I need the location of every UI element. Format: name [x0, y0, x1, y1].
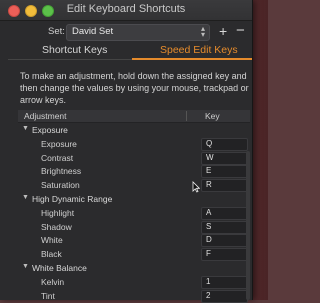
add-set-button[interactable]: +	[219, 23, 227, 39]
adjustment-label: White	[41, 235, 63, 246]
group-label: High Dynamic Range	[32, 193, 113, 204]
key-value: A	[206, 207, 212, 217]
table-row[interactable]: Black F	[18, 247, 250, 262]
title-bar: Edit Keyboard Shortcuts	[0, 0, 252, 21]
chevron-up-down-icon: ▴ ▾	[200, 24, 205, 39]
group-label: Exposure	[32, 125, 68, 135]
adjustment-label: Exposure	[41, 138, 77, 149]
column-header-key[interactable]: Key	[205, 111, 220, 121]
key-field[interactable]: 2	[201, 289, 248, 303]
table-row[interactable]: Contrast W	[18, 151, 250, 165]
adjustment-label: Highlight	[41, 207, 75, 218]
adjustment-label: Tint	[41, 290, 55, 301]
tab-bar: Shortcut Keys Speed Edit Keys	[8, 44, 252, 60]
speed-edit-keys-table: Adjustment Key ▼ Exposure Exposure Q Con…	[18, 110, 250, 303]
set-row: Set: David Set ▴ ▾ + −	[0, 22, 252, 42]
table-row[interactable]: Brightness E	[18, 164, 250, 179]
tab-speed-edit-keys[interactable]: Speed Edit Keys	[160, 44, 238, 58]
key-value: F	[206, 249, 211, 259]
set-dropdown[interactable]: David Set ▴ ▾	[66, 24, 210, 41]
tab-shortcut-keys[interactable]: Shortcut Keys	[42, 44, 107, 58]
table-row[interactable]: Kelvin 1	[18, 275, 250, 289]
disclosure-open-icon[interactable]: ▼	[22, 194, 29, 201]
table-header: Adjustment Key	[18, 110, 250, 123]
adjustment-label: Contrast	[41, 152, 74, 163]
group-row-white-balance[interactable]: ▼ White Balance	[18, 261, 250, 275]
key-value: Q	[206, 138, 213, 148]
key-field[interactable]: Q	[201, 137, 248, 151]
key-field[interactable]: W	[201, 151, 248, 165]
adjustment-label: Brightness	[41, 166, 82, 177]
table-row[interactable]: Saturation R	[18, 178, 250, 193]
remove-set-button[interactable]: −	[236, 22, 245, 39]
key-value: E	[206, 166, 212, 176]
table-body: ▼ Exposure Exposure Q Contrast W Brightn…	[18, 123, 250, 303]
table-row[interactable]: Tint 2	[18, 289, 250, 303]
table-row[interactable]: White D	[18, 233, 250, 248]
key-field[interactable]: F	[201, 248, 248, 262]
set-label: Set:	[48, 26, 65, 37]
text-cursor-icon	[192, 181, 200, 193]
key-value: S	[206, 221, 212, 231]
adjustment-label: Shadow	[41, 221, 72, 232]
window-title: Edit Keyboard Shortcuts	[66, 3, 186, 15]
edit-keyboard-shortcuts-window: Edit Keyboard Shortcuts Set: David Set ▴…	[0, 0, 253, 303]
key-field[interactable]: D	[201, 234, 248, 248]
adjustment-label: Kelvin	[41, 276, 65, 287]
key-value: W	[206, 152, 214, 162]
set-dropdown-value: David Set	[72, 26, 114, 37]
group-row-high-dynamic-range[interactable]: ▼ High Dynamic Range	[18, 192, 250, 206]
adjustment-label: Black	[41, 249, 62, 260]
group-row-exposure[interactable]: ▼ Exposure	[18, 123, 250, 137]
key-value: 2	[206, 290, 211, 300]
key-value: 1	[206, 276, 211, 286]
active-tab-indicator	[132, 58, 252, 60]
disclosure-open-icon[interactable]: ▼	[22, 263, 29, 270]
key-field[interactable]: 1	[201, 275, 248, 289]
key-value: R	[206, 180, 212, 190]
key-field[interactable]: R	[201, 179, 248, 193]
key-field[interactable]: A	[201, 206, 248, 220]
column-header-adjustment[interactable]: Adjustment	[24, 111, 67, 121]
table-row[interactable]: Highlight A	[18, 206, 250, 220]
table-scrollbar[interactable]	[246, 151, 250, 300]
key-value: D	[206, 235, 212, 245]
key-field[interactable]: S	[201, 220, 248, 234]
table-row[interactable]: Shadow S	[18, 220, 250, 234]
column-divider	[186, 111, 187, 121]
group-label: White Balance	[32, 262, 87, 273]
adjustment-label: Saturation	[41, 180, 80, 191]
disclosure-open-icon[interactable]: ▼	[22, 125, 29, 132]
instructions-text: To make an adjustment, hold down the ass…	[20, 71, 249, 105]
table-row[interactable]: Exposure Q	[18, 137, 250, 151]
key-field[interactable]: E	[201, 165, 248, 179]
